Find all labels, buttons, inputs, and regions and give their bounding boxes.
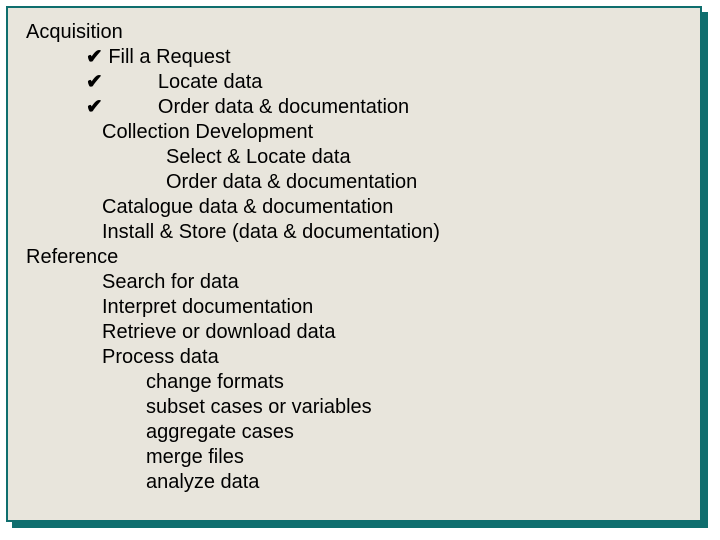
check-icon: ✔ <box>86 70 103 95</box>
item-select-locate: Select & Locate data <box>26 145 682 170</box>
item-interpret: Interpret documentation <box>26 295 682 320</box>
text-fill-request: Fill a Request <box>108 46 230 68</box>
text-acquisition: Acquisition <box>26 21 123 43</box>
text-order-data-2: Order data & documentation <box>166 171 417 193</box>
heading-reference: Reference <box>26 245 682 270</box>
text-process: Process data <box>102 346 219 368</box>
item-analyze: analyze data <box>26 470 682 495</box>
item-retrieve: Retrieve or download data <box>26 320 682 345</box>
text-merge: merge files <box>146 446 244 468</box>
text-analyze: analyze data <box>146 471 259 493</box>
item-locate-data: ✔ Locate data <box>26 70 682 95</box>
text-aggregate: aggregate cases <box>146 421 294 443</box>
item-catalogue: Catalogue data & documentation <box>26 195 682 220</box>
text-reference: Reference <box>26 246 118 268</box>
slide-body: Acquisition ✔ Fill a Request ✔ Locate da… <box>6 6 702 522</box>
item-process: Process data <box>26 345 682 370</box>
item-order-data-2: Order data & documentation <box>26 170 682 195</box>
item-collection-dev: Collection Development <box>26 120 682 145</box>
text-change-formats: change formats <box>146 371 284 393</box>
text-retrieve: Retrieve or download data <box>102 321 335 343</box>
text-locate-data: Locate data <box>158 71 263 93</box>
text-collection-dev: Collection Development <box>102 121 313 143</box>
check-icon: ✔ <box>86 95 103 120</box>
text-select-locate: Select & Locate data <box>166 146 351 168</box>
item-subset: subset cases or variables <box>26 395 682 420</box>
check-icon: ✔ <box>86 45 103 70</box>
item-aggregate: aggregate cases <box>26 420 682 445</box>
text-catalogue: Catalogue data & documentation <box>102 196 393 218</box>
text-subset: subset cases or variables <box>146 396 372 418</box>
item-fill-request: ✔ Fill a Request <box>26 45 682 70</box>
item-search: Search for data <box>26 270 682 295</box>
item-install-store: Install & Store (data & documentation) <box>26 220 682 245</box>
text-install-store: Install & Store (data & documentation) <box>102 221 440 243</box>
text-interpret: Interpret documentation <box>102 296 313 318</box>
text-search: Search for data <box>102 271 239 293</box>
item-merge: merge files <box>26 445 682 470</box>
item-order-data: ✔ Order data & documentation <box>26 95 682 120</box>
item-change-formats: change formats <box>26 370 682 395</box>
heading-acquisition: Acquisition <box>26 20 682 45</box>
text-order-data: Order data & documentation <box>158 96 409 118</box>
